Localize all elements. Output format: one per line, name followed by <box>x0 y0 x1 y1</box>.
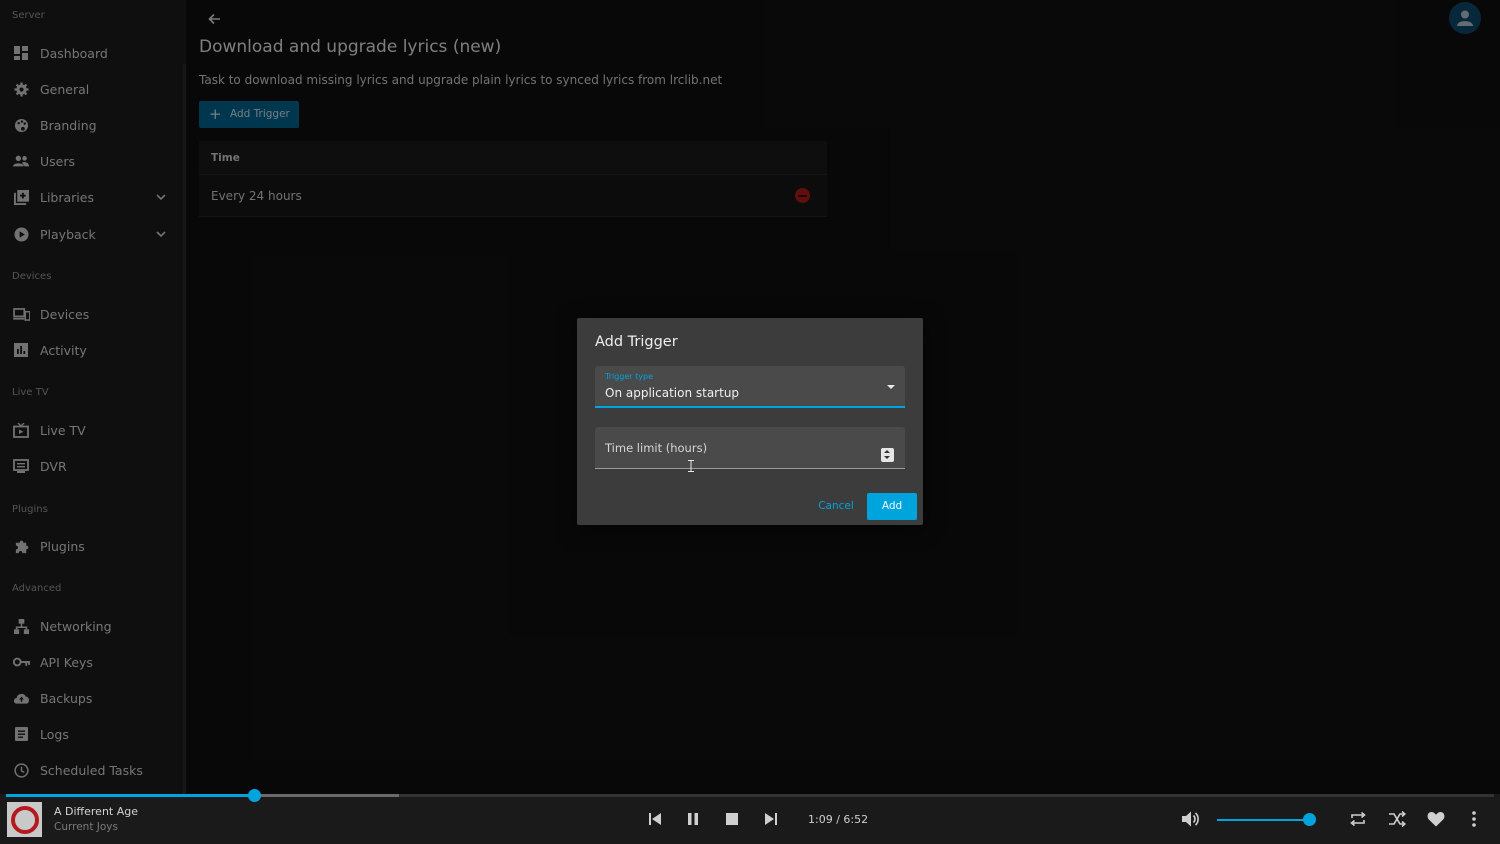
next-track-button[interactable] <box>761 809 781 829</box>
pause-icon <box>688 813 698 825</box>
volume-thumb[interactable] <box>1303 813 1316 826</box>
heart-icon <box>1427 812 1445 827</box>
skip-previous-icon <box>649 813 661 825</box>
track-title[interactable]: A Different Age <box>54 805 138 818</box>
repeat-button[interactable] <box>1348 809 1368 829</box>
skip-next-icon <box>765 813 777 825</box>
time-limit-input[interactable]: Time limit (hours) <box>595 427 905 469</box>
number-spinner[interactable] <box>881 448 894 462</box>
trigger-type-label: Trigger type <box>605 372 654 381</box>
stop-button[interactable] <box>722 809 742 829</box>
playback-time: 1:09 / 6:52 <box>808 813 869 826</box>
shuffle-button[interactable] <box>1387 809 1407 829</box>
track-artist[interactable]: Current Joys <box>54 821 118 833</box>
time-limit-placeholder: Time limit (hours) <box>605 441 708 455</box>
repeat-icon <box>1350 811 1366 827</box>
dialog-title: Add Trigger <box>595 334 678 350</box>
add-button[interactable]: Add <box>867 493 917 520</box>
album-art[interactable] <box>7 802 42 837</box>
mute-button[interactable] <box>1181 809 1201 829</box>
favorite-button[interactable] <box>1426 809 1446 829</box>
shuffle-icon <box>1389 811 1406 827</box>
volume-slider[interactable] <box>1217 819 1309 821</box>
more-vert-icon <box>1472 811 1476 827</box>
cancel-button[interactable]: Cancel <box>813 493 859 520</box>
dropdown-arrow-icon <box>887 385 895 389</box>
add-trigger-dialog: Add Trigger Trigger type On application … <box>577 318 923 525</box>
more-options-button[interactable] <box>1464 809 1484 829</box>
stop-icon <box>726 813 738 825</box>
volume-icon <box>1182 811 1199 827</box>
progress-fill <box>6 794 254 797</box>
trigger-type-value: On application startup <box>605 386 740 400</box>
trigger-type-select[interactable]: Trigger type On application startup <box>595 366 905 408</box>
previous-track-button[interactable] <box>645 809 665 829</box>
pause-button[interactable] <box>683 809 703 829</box>
text-cursor-icon <box>688 460 694 472</box>
now-playing-bar: A Different Age Current Joys 1:09 / 6:52 <box>0 789 1500 844</box>
playback-progress-slider[interactable] <box>6 789 1494 802</box>
progress-thumb[interactable] <box>248 789 261 802</box>
